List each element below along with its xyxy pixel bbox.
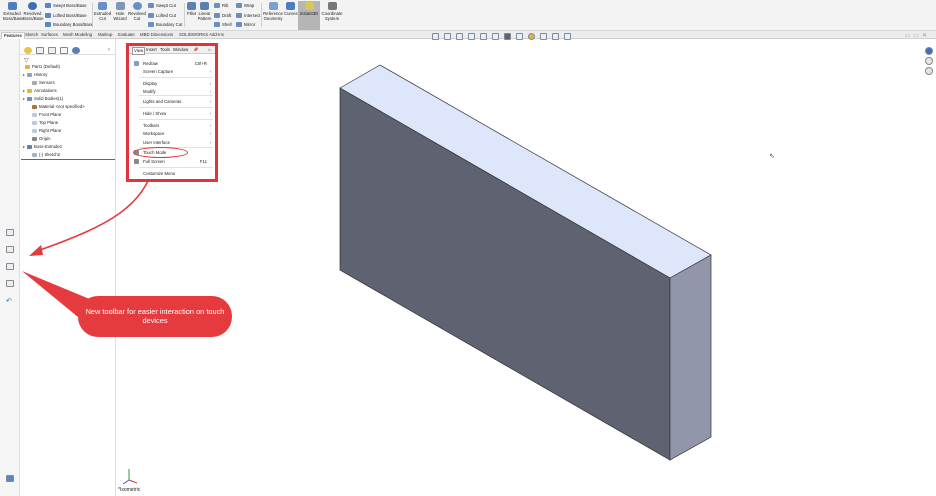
view-menu: View Insert Tools Window 📌 ⌂ Redraw Ctrl+… (126, 43, 218, 182)
menu-item-workspace[interactable]: Workspace › (129, 130, 215, 137)
submenu-arrow-icon: › (209, 131, 211, 136)
menu-item-label: User Interface (143, 140, 170, 145)
menu-item-hide-show[interactable]: Hide / Show › (129, 110, 215, 117)
menu-item-shortcut: F11 (199, 159, 207, 164)
menu-separator (139, 77, 213, 78)
menu-item-display[interactable]: Display › (129, 80, 215, 87)
pin-icon[interactable]: 📌 (193, 47, 198, 53)
submenu-arrow-icon: › (209, 89, 211, 94)
touch-mode-highlight-ring (133, 147, 188, 158)
menu-item-lights-and-cameras[interactable]: Lights and Cameras › (129, 98, 215, 105)
menu-item-user-interface[interactable]: User Interface › (129, 139, 215, 146)
submenu-arrow-icon: › (209, 69, 211, 74)
callout-text: New toolbar for easier interaction on to… (85, 307, 225, 325)
solidworks-window: Extruded Boss/Base Revolved Boss/Base Sw… (0, 0, 936, 496)
submenu-arrow-icon: › (209, 123, 211, 128)
view-name-label: *Isometric (118, 487, 141, 493)
menu-separator (139, 119, 213, 120)
menu-item-label: Full Screen (143, 159, 165, 164)
submenu-arrow-icon: › (209, 140, 211, 145)
full-screen-icon (134, 159, 139, 164)
submenu-arrow-icon: › (209, 111, 211, 116)
menu-item-label: Modify (143, 89, 156, 94)
menu-item-label: Workspace (143, 131, 165, 136)
menu-item-shortcut: Ctrl+R (194, 61, 207, 66)
menu-item-label: Toolbars (143, 123, 160, 128)
menu-window[interactable]: Window (173, 47, 188, 53)
home-icon[interactable]: ⌂ (208, 47, 211, 53)
redraw-icon (134, 61, 139, 66)
menu-separator (139, 167, 213, 168)
menu-item-toolbars[interactable]: Toolbars › (129, 122, 215, 129)
menu-item-label: Display (143, 81, 158, 86)
menu-item-label: Screen Capture (143, 69, 174, 74)
reference-triad (122, 469, 138, 485)
mouse-cursor-icon: ⇖ (769, 153, 775, 160)
menu-item-label: Customize Menu (143, 171, 176, 176)
submenu-arrow-icon: › (209, 99, 211, 104)
menu-separator (139, 107, 213, 108)
menu-item-label: Lights and Cameras (143, 99, 182, 104)
triad-z-axis (122, 479, 130, 485)
touch-toolbar-callout: New toolbar for easier interaction on to… (78, 296, 232, 337)
menu-separator (139, 95, 213, 96)
menu-item-screen-capture[interactable]: Screen Capture › (129, 68, 215, 75)
arrow-head (29, 245, 43, 256)
menu-item-redraw[interactable]: Redraw Ctrl+R (129, 60, 215, 67)
menu-item-label: Hide / Show (143, 111, 167, 116)
menu-item-modify[interactable]: Modify › (129, 88, 215, 95)
triad-x-axis (128, 479, 138, 484)
menu-tools[interactable]: Tools (160, 47, 170, 53)
menu-item-full-screen[interactable]: Full Screen F11 (129, 158, 215, 165)
menu-item-customize-menu[interactable]: Customize Menu (129, 170, 215, 177)
menu-item-label: Redraw (143, 61, 158, 66)
menu-view[interactable]: View (132, 47, 146, 55)
menu-bar: View Insert Tools Window 📌 ⌂ (129, 46, 215, 55)
submenu-arrow-icon: › (209, 81, 211, 86)
menu-insert[interactable]: Insert (146, 47, 157, 53)
